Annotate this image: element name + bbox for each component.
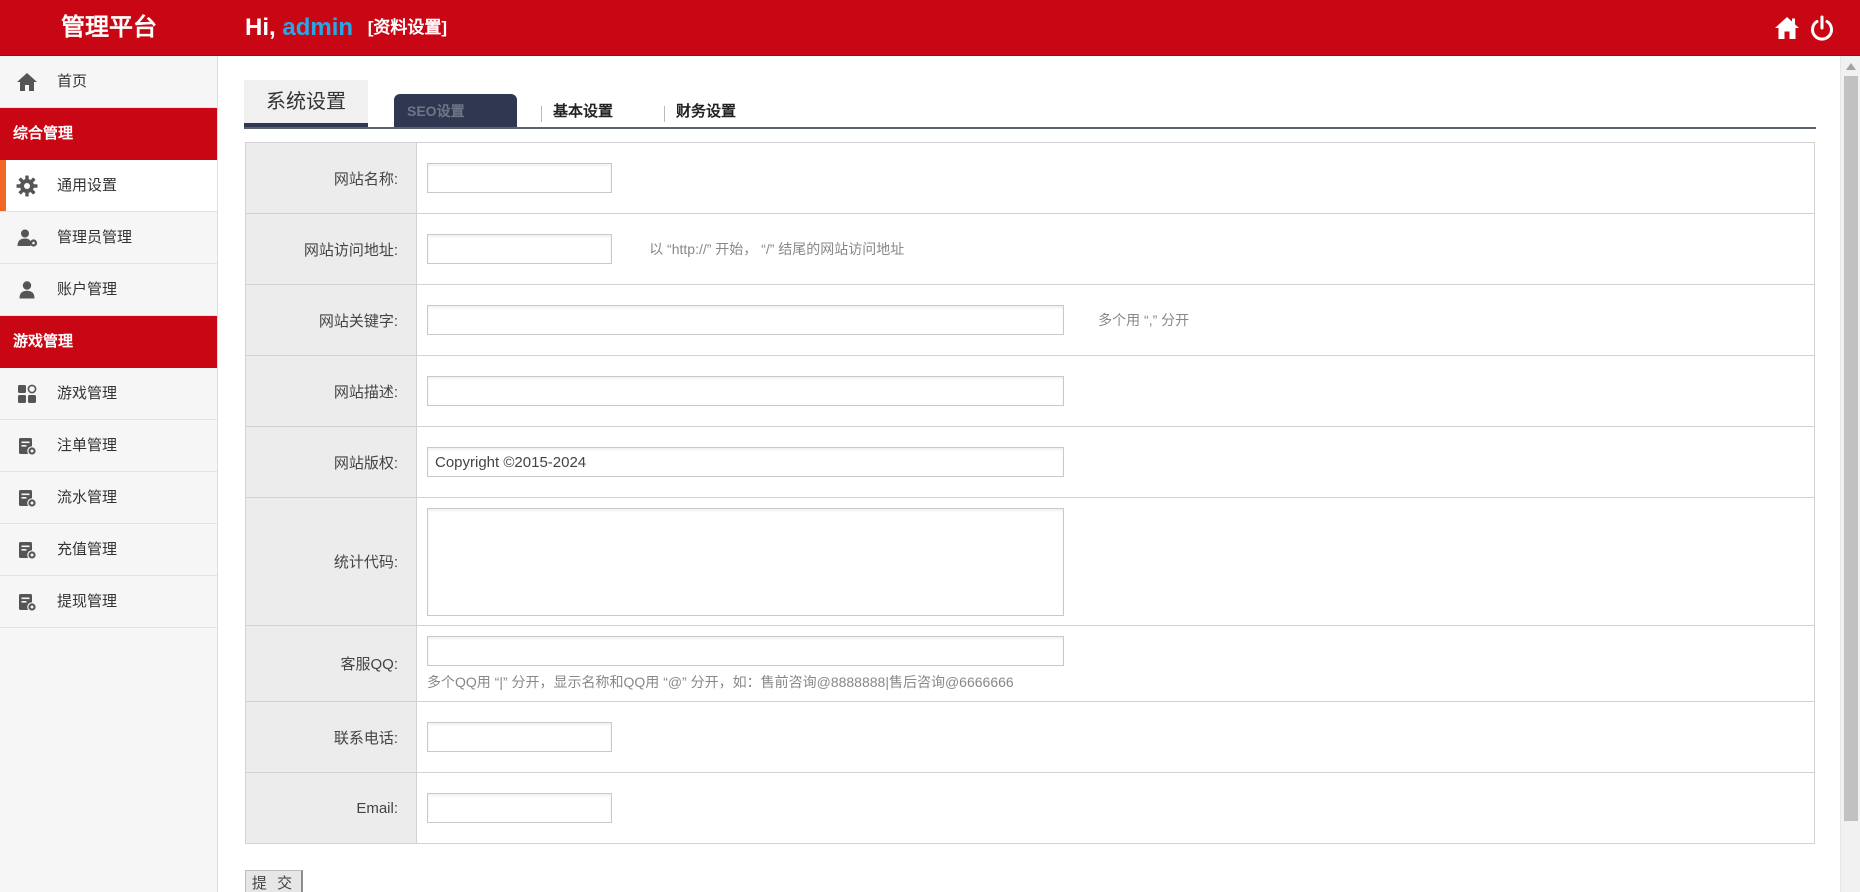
sidebar-item-label: 流水管理 (57, 489, 118, 506)
sidebar-item-label: 提现管理 (57, 593, 118, 610)
sidebar-item-label: 首页 (57, 73, 88, 90)
brand-title: 管理平台 (61, 14, 157, 41)
description-input[interactable] (427, 376, 1064, 406)
home-icon[interactable] (1773, 14, 1801, 42)
keywords-hint: 多个用 “,” 分开 (1098, 312, 1190, 328)
power-icon[interactable] (1808, 14, 1836, 42)
form-row-site-name: 网站名称: (245, 142, 1815, 214)
sidebar-item-account-management[interactable]: 账户管理 (0, 264, 217, 316)
form-row-site-url: 网站访问地址: 以 “http://” 开始， “/” 结尾的网站访问地址 (245, 213, 1815, 285)
stats-code-textarea[interactable] (427, 507, 1064, 616)
keywords-input[interactable] (427, 305, 1064, 335)
form-row-stats-code: 统计代码: (245, 497, 1815, 626)
site-url-hint: 以 “http://” 开始， “/” 结尾的网站访问地址 (649, 241, 905, 257)
qq-hint: 多个QQ用 “|” 分开，显示名称和QQ用 “@” 分开，如：售前咨询@8888… (427, 673, 1014, 690)
field-label: 网站访问地址: (245, 213, 417, 285)
sidebar-item-label: 游戏管理 (57, 385, 118, 402)
field-label: 网站版权: (245, 426, 417, 498)
field-label: Email: (245, 772, 417, 844)
tab-finance-settings[interactable]: 财务设置 (664, 94, 736, 127)
sidebar-item-withdraw-management[interactable]: 提现管理 (0, 576, 217, 628)
user-icon (16, 279, 38, 301)
phone-input[interactable] (427, 722, 612, 752)
sidebar-item-label: 充值管理 (57, 541, 118, 558)
scroll-up-arrow-icon[interactable] (1846, 63, 1856, 70)
sidebar-item-home[interactable]: 首页 (0, 56, 217, 108)
sidebar-group-general: 综合管理 (0, 108, 217, 160)
sidebar-item-flow-management[interactable]: 流水管理 (0, 472, 217, 524)
settings-tabs: 系统设置 SEO设置 基本设置 财务设置 (244, 80, 1816, 129)
sidebar-item-game-management[interactable]: 游戏管理 (0, 368, 217, 420)
sidebar-item-label: 账户管理 (57, 281, 118, 298)
tab-basic-settings[interactable]: 基本设置 (541, 94, 613, 127)
site-url-input[interactable] (427, 234, 612, 264)
form-row-phone: 联系电话: (245, 701, 1815, 773)
tab-seo-settings[interactable]: SEO设置 (394, 94, 517, 127)
vertical-scrollbar[interactable] (1840, 56, 1860, 892)
sidebar-item-label: 管理员管理 (57, 229, 133, 246)
qq-input[interactable] (427, 635, 1064, 666)
apps-icon (16, 383, 38, 405)
ledger-icon (16, 435, 38, 457)
form-row-qq: 客服QQ: 多个QQ用 “|” 分开，显示名称和QQ用 “@” 分开，如：售前咨… (245, 625, 1815, 702)
email-input[interactable] (427, 793, 612, 823)
ledger-icon (16, 487, 38, 509)
settings-form: 网站名称: 网站访问地址: 以 “http://” 开始， “/” 结尾的网站访… (245, 142, 1815, 844)
sidebar-item-label: 注单管理 (57, 437, 118, 454)
greeting-text: Hi, (245, 14, 276, 41)
profile-settings-link[interactable]: [资料设置] (368, 18, 447, 37)
greeting: Hi, admin [资料设置] (245, 12, 447, 44)
field-label: 网站名称: (245, 142, 417, 214)
gear-icon (16, 175, 38, 197)
ledger-icon (16, 539, 38, 561)
field-label: 统计代码: (245, 497, 417, 626)
scroll-thumb[interactable] (1844, 76, 1858, 821)
sidebar: 首页 综合管理 通用设置 管理员管理 账户管理 游戏管理 游戏管理 注单管理 流… (0, 56, 218, 892)
form-row-email: Email: (245, 772, 1815, 844)
field-label: 网站描述: (245, 355, 417, 427)
copyright-input[interactable] (427, 447, 1064, 477)
sidebar-item-general-settings[interactable]: 通用设置 (0, 160, 217, 212)
home-icon (16, 71, 38, 93)
sidebar-group-game: 游戏管理 (0, 316, 217, 368)
form-row-description: 网站描述: (245, 355, 1815, 427)
field-label: 客服QQ: (245, 625, 417, 702)
sidebar-item-admin-management[interactable]: 管理员管理 (0, 212, 217, 264)
page-title: 系统设置 (244, 80, 368, 127)
field-label: 网站关键字: (245, 284, 417, 356)
form-row-keywords: 网站关键字: 多个用 “,” 分开 (245, 284, 1815, 356)
submit-button[interactable]: 提 交 (245, 870, 303, 892)
top-header: 管理平台 Hi, admin [资料设置] (0, 0, 1860, 56)
sidebar-item-recharge-management[interactable]: 充值管理 (0, 524, 217, 576)
site-name-input[interactable] (427, 163, 612, 193)
admin-user-icon (16, 227, 38, 249)
field-label: 联系电话: (245, 701, 417, 773)
ledger-icon (16, 591, 38, 613)
username: admin (282, 14, 354, 41)
sidebar-item-label: 通用设置 (57, 177, 118, 194)
sidebar-item-bet-management[interactable]: 注单管理 (0, 420, 217, 472)
form-row-copyright: 网站版权: (245, 426, 1815, 498)
main-content: 系统设置 SEO设置 基本设置 财务设置 网站名称: 网站访问地址: 以 “ht… (218, 56, 1840, 892)
